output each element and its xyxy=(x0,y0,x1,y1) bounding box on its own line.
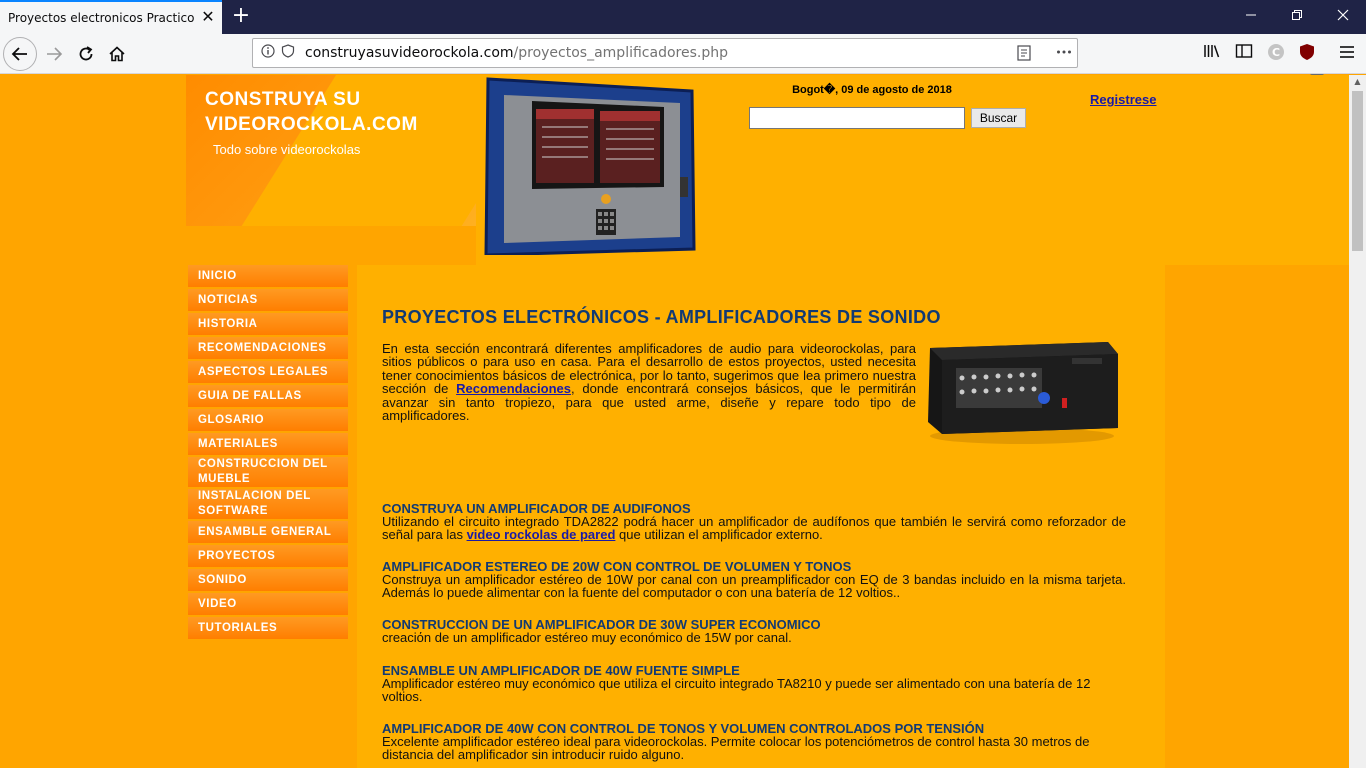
ublock-icon[interactable] xyxy=(1296,43,1318,65)
hamburger-menu-icon[interactable] xyxy=(1336,43,1358,65)
forward-icon[interactable] xyxy=(38,38,70,70)
info-icon[interactable] xyxy=(259,44,277,62)
search-button[interactable]: Buscar xyxy=(971,108,1026,128)
site-tagline: Todo sobre videorockolas xyxy=(213,142,361,157)
close-tab-icon[interactable]: ✕ xyxy=(199,8,217,26)
svg-text:C: C xyxy=(1272,46,1280,59)
menu-item-instalacion-del-software[interactable]: INSTALACION DEL SOFTWARE xyxy=(188,489,348,519)
menu-item-historia[interactable]: HISTORIA xyxy=(188,313,348,335)
tab-title: Proyectos electronicos Practicos an xyxy=(8,11,194,25)
videorockola-image xyxy=(484,77,696,255)
tracking-shield-icon[interactable] xyxy=(279,44,297,62)
menu-item-sonido[interactable]: SONIDO xyxy=(188,569,348,591)
search-input[interactable] xyxy=(749,107,965,129)
section-description: Construya un amplificador estéreo de 10W… xyxy=(382,572,1126,600)
navigation-toolbar: construyasuvideorockola.com/proyectos_am… xyxy=(0,34,1366,86)
section-amplificador-30w: CONSTRUCCION DE UN AMPLIFICADOR DE 30W S… xyxy=(382,618,1126,644)
page-title: PROYECTOS ELECTRÓNICOS - AMPLIFICADORES … xyxy=(382,307,941,327)
address-bar[interactable]: construyasuvideorockola.com/proyectos_am… xyxy=(252,38,1078,68)
reload-icon[interactable] xyxy=(70,38,102,70)
scroll-up-icon[interactable]: ▲ xyxy=(1349,75,1366,89)
reader-view-icon[interactable] xyxy=(1015,45,1033,63)
minimize-icon[interactable] xyxy=(1236,6,1266,28)
menu-item-noticias[interactable]: NOTICIAS xyxy=(188,289,348,311)
section-amplificador-20w: AMPLIFICADOR ESTEREO DE 20W CON CONTROL … xyxy=(382,560,1126,599)
url-path: /proyectos_amplificadores.php xyxy=(513,45,728,61)
scroll-thumb[interactable] xyxy=(1352,91,1363,251)
menu-item-materiales[interactable]: MATERIALES xyxy=(188,433,348,455)
section-description: Utilizando el circuito integrado TDA2822… xyxy=(382,515,1126,541)
extension-c-icon[interactable]: C xyxy=(1265,43,1287,65)
menu-item-proyectos[interactable]: PROYECTOS xyxy=(188,545,348,567)
intro-paragraph: En esta sección encontrará diferentes am… xyxy=(382,342,916,422)
page-scrollbar[interactable]: ▲ xyxy=(1349,75,1366,768)
section-amplificador-audifonos: CONSTRUYA UN AMPLIFICADOR DE AUDIFONOS U… xyxy=(382,502,1126,541)
site-title-line-1: CONSTRUYA SU xyxy=(205,89,361,110)
menu-item-guia-de-fallas[interactable]: GUIA DE FALLAS xyxy=(188,385,348,407)
tab-bar: Proyectos electronicos Practicos an ✕ + xyxy=(0,0,1366,34)
section-amplificador-40w-control-tonos: AMPLIFICADOR DE 40W CON CONTROL DE TONOS… xyxy=(382,722,1092,761)
register-link[interactable]: Registrese xyxy=(1090,92,1156,107)
site-title[interactable]: CONSTRUYA SU VIDEOROCKOLA.COM xyxy=(205,87,465,137)
home-icon[interactable] xyxy=(101,38,133,70)
restore-icon[interactable] xyxy=(1282,6,1312,28)
page-viewport: CONSTRUYA SU VIDEOROCKOLA.COM Todo sobre… xyxy=(0,75,1349,768)
menu-item-construccion-del-mueble[interactable]: CONSTRUCCION DEL MUEBLE xyxy=(188,457,348,487)
video-rockolas-de-pared-link[interactable]: video rockolas de pared xyxy=(467,527,616,542)
main-menu: INICIO NOTICIAS HISTORIA RECOMENDACIONES… xyxy=(188,265,348,641)
menu-item-aspectos-legales[interactable]: ASPECTOS LEGALES xyxy=(188,361,348,383)
section-description: Amplificador estéreo muy económico que u… xyxy=(382,676,1091,704)
url-domain: construyasuvideorockola.com xyxy=(305,45,514,61)
page-actions-icon[interactable] xyxy=(1055,44,1073,62)
menu-item-inicio[interactable]: INICIO xyxy=(188,265,348,287)
menu-item-recomendaciones[interactable]: RECOMENDACIONES xyxy=(188,337,348,359)
active-tab[interactable]: Proyectos electronicos Practicos an ✕ xyxy=(0,0,222,34)
amplifier-image xyxy=(928,342,1118,444)
library-icon[interactable] xyxy=(1201,43,1223,65)
new-tab-button[interactable]: + xyxy=(230,4,252,28)
section-description: Excelente amplificador estéreo ideal par… xyxy=(382,734,1090,762)
menu-item-glosario[interactable]: GLOSARIO xyxy=(188,409,348,431)
section-desc-end: que utilizan el amplificador externo. xyxy=(615,527,823,542)
menu-item-tutoriales[interactable]: TUTORIALES xyxy=(188,617,348,639)
section-description: creaciόn de un amplificador estéreo muy … xyxy=(382,630,792,645)
site-title-line-2: VIDEOROCKOLA.COM xyxy=(205,114,418,135)
url-text[interactable]: construyasuvideorockola.com/proyectos_am… xyxy=(305,45,728,61)
main-content: PROYECTOS ELECTRÓNICOS - AMPLIFICADORES … xyxy=(357,265,1165,768)
menu-item-video[interactable]: VIDEO xyxy=(188,593,348,615)
menu-item-ensamble-general[interactable]: ENSAMBLE GENERAL xyxy=(188,521,348,543)
back-icon[interactable] xyxy=(3,37,37,71)
section-amplificador-40w-fuente-simple: ENSAMBLE UN AMPLIFICADOR DE 40W FUENTE S… xyxy=(382,664,1116,703)
date-text: Bogot�, 09 de agosto de 2018 xyxy=(792,84,952,96)
close-window-icon[interactable] xyxy=(1328,6,1358,28)
sidebar-icon[interactable] xyxy=(1233,43,1255,65)
